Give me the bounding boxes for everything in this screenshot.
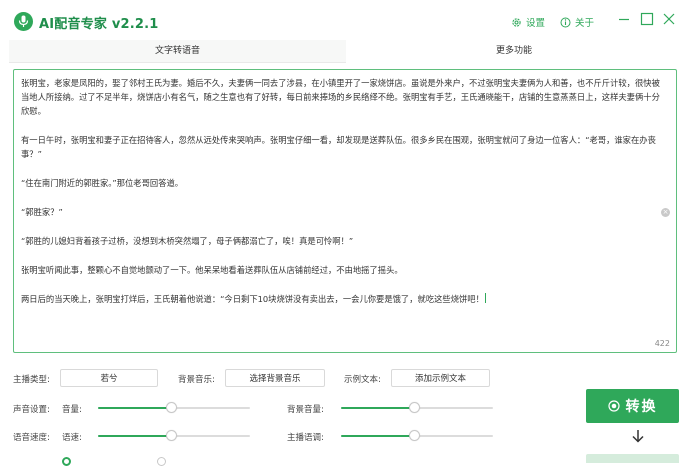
bgm-label: 背景音乐:	[178, 375, 215, 385]
editor-paragraph: “郭胜家？”	[21, 207, 63, 217]
voice-settings-label: 声音设置:	[13, 405, 50, 415]
gear-icon	[512, 17, 521, 27]
speed-slider[interactable]	[98, 430, 250, 441]
app-title: AI配音专家 v2.2.1	[39, 17, 159, 32]
text-editor[interactable]: 张明宝，老家是凤阳的，娶了邻村王氏为妻。婚后不久，夫妻俩一同去了涉县，在小镇里开…	[13, 69, 677, 353]
maximize-icon[interactable]	[640, 12, 654, 26]
slider-fill	[341, 435, 416, 437]
about-label: 关于	[575, 18, 595, 29]
editor-paragraph: “郭胜的儿媳妇背着孩子过桥，没想到木桥突然塌了，母子俩都溺亡了，唉！真是可怜啊！…	[21, 236, 354, 246]
text-caret	[484, 293, 486, 303]
microphone-icon	[14, 12, 33, 31]
about-button[interactable]: 关于	[560, 15, 594, 29]
tone-slider[interactable]	[341, 430, 493, 441]
choose-bgm-button[interactable]: 选择背景音乐	[225, 369, 325, 387]
clear-icon: ×	[662, 208, 669, 216]
sample-text-label: 示例文本:	[344, 375, 381, 385]
add-sample-text-button[interactable]: 添加示例文本	[391, 369, 490, 387]
tab-text-to-speech[interactable]: 文字转语音	[9, 40, 346, 63]
editor-paragraph: “住在南门附近的郭胜家。”那位老哥回答道。	[21, 178, 184, 188]
volume-label: 音量:	[62, 405, 82, 415]
volume-slider[interactable]	[98, 402, 250, 413]
anchor-select[interactable]: 若兮	[60, 369, 158, 387]
speed-settings-label: 语音速度:	[13, 433, 50, 443]
slider-thumb[interactable]	[409, 430, 421, 441]
minimize-icon[interactable]	[617, 12, 631, 26]
settings-button[interactable]: 设置	[511, 15, 545, 29]
slider-thumb[interactable]	[166, 430, 178, 441]
speed-label: 语速:	[62, 433, 82, 443]
tone-label: 主播语调:	[287, 433, 324, 443]
info-icon	[560, 17, 571, 27]
anchor-type-label: 主播类型:	[13, 375, 50, 385]
arrow-down-icon	[632, 430, 644, 443]
convert-button[interactable]: 转换	[586, 389, 679, 423]
editor-paragraph: 张明宝，老家是凤阳的，娶了邻村王氏为妻。婚后不久，夫妻俩一同去了涉县，在小镇里开…	[21, 78, 660, 116]
clear-text-button[interactable]: ×	[661, 208, 670, 217]
format-radio-selected[interactable]	[62, 457, 71, 466]
record-icon	[607, 400, 620, 412]
output-button[interactable]	[586, 454, 679, 463]
editor-paragraph: 张明宝听闻此事，整颗心不自觉地颤动了一下。他呆呆地看着送葬队伍从店铺前经过，不由…	[21, 265, 403, 275]
bg-volume-label: 背景音量:	[287, 405, 324, 415]
slider-fill	[341, 407, 416, 409]
title-bar: AI配音专家 v2.2.1 设置 关于	[0, 0, 691, 40]
editor-paragraph: 有一日午时，张明宝和妻子正在招待客人，忽然从远处传来哭响声。张明宝仔细一看，却发…	[21, 135, 656, 159]
slider-thumb[interactable]	[409, 402, 421, 413]
slider-thumb[interactable]	[166, 402, 178, 413]
bg-volume-slider[interactable]	[341, 402, 493, 413]
slider-fill	[98, 435, 173, 437]
editor-paragraph-last: 两日后的当天晚上，张明宝打烊后，王氏朝着他说道：“今日剩下10块烧饼没有卖出去，…	[21, 292, 668, 306]
editor-paragraph: 两日后的当天晚上，张明宝打烊后，王氏朝着他说道：“今日剩下10块烧饼没有卖出去，…	[21, 294, 484, 304]
close-icon[interactable]	[662, 12, 676, 26]
tab-more-features[interactable]: 更多功能	[346, 40, 682, 62]
format-radio[interactable]	[157, 457, 166, 466]
settings-label: 设置	[526, 18, 546, 29]
char-count: 422	[654, 339, 670, 348]
tab-bar: 文字转语音 更多功能	[9, 40, 682, 63]
slider-fill	[98, 407, 173, 409]
convert-label: 转换	[625, 399, 658, 415]
